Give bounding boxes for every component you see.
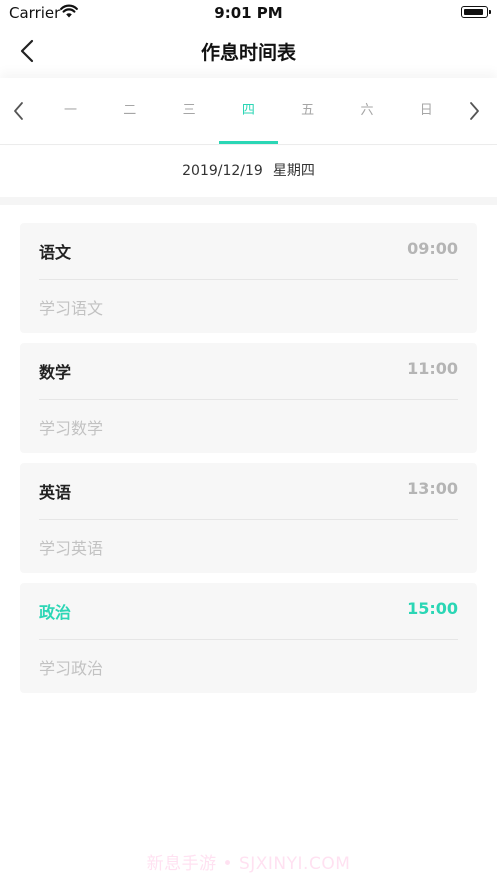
status-bar: Carrier 9:01 PM bbox=[0, 0, 497, 26]
day-tab-4[interactable]: 四 bbox=[218, 78, 278, 144]
battery-icon bbox=[461, 6, 491, 18]
next-week-arrow-icon[interactable] bbox=[464, 100, 484, 122]
card-divider bbox=[39, 519, 458, 520]
schedule-time: 11:00 bbox=[407, 359, 458, 378]
schedule-subject: 英语 bbox=[39, 483, 72, 502]
schedule-description: 学习政治 bbox=[39, 659, 104, 678]
prev-week-arrow-icon[interactable] bbox=[9, 100, 29, 122]
nav-bar: 作息时间表 bbox=[0, 26, 497, 76]
card-divider bbox=[39, 279, 458, 280]
selected-date-row: 2019/12/19 星期四 bbox=[0, 145, 497, 197]
watermark: 新息手游 • SJXINYI.COM bbox=[146, 854, 351, 874]
day-tab-1[interactable]: 一 bbox=[41, 78, 100, 144]
schedule-time: 09:00 bbox=[407, 239, 458, 258]
schedule-description: 学习数学 bbox=[39, 419, 104, 438]
selected-weekday: 星期四 bbox=[272, 163, 315, 179]
schedule-card[interactable]: 英语 13:00 学习英语 bbox=[20, 463, 477, 573]
schedule-card[interactable]: 语文 09:00 学习语文 bbox=[20, 223, 477, 333]
schedule-subject: 政治 bbox=[39, 603, 72, 622]
status-time: 9:01 PM bbox=[214, 4, 283, 22]
day-tab-2[interactable]: 二 bbox=[100, 78, 159, 144]
section-divider bbox=[0, 197, 497, 205]
schedule-time: 15:00 bbox=[407, 599, 458, 618]
card-divider bbox=[39, 639, 458, 640]
schedule-subject: 语文 bbox=[39, 243, 72, 262]
day-tab-6[interactable]: 六 bbox=[338, 78, 397, 144]
page-title: 作息时间表 bbox=[200, 42, 296, 64]
day-tab-7[interactable]: 日 bbox=[397, 78, 456, 144]
day-tab-3[interactable]: 三 bbox=[160, 78, 219, 144]
schedule-card[interactable]: 数学 11:00 学习数学 bbox=[20, 343, 477, 453]
schedule-description: 学习语文 bbox=[39, 299, 104, 318]
card-divider bbox=[39, 399, 458, 400]
schedule-subject: 数学 bbox=[39, 363, 72, 382]
day-tab-5[interactable]: 五 bbox=[278, 78, 337, 144]
schedule-description: 学习英语 bbox=[39, 539, 104, 558]
schedule-time: 13:00 bbox=[407, 479, 458, 498]
week-tab-bar: 一二三四五六日 bbox=[0, 78, 497, 145]
schedule-card[interactable]: 政治 15:00 学习政治 bbox=[20, 583, 477, 693]
selected-date: 2019/12/19 bbox=[182, 163, 263, 179]
